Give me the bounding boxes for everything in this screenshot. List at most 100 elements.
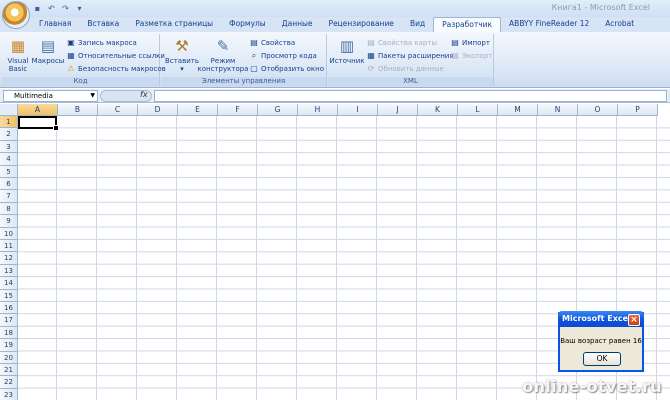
record-macro-button[interactable]: ▣ Запись макроса — [66, 37, 137, 48]
column-header-h[interactable]: H — [298, 104, 338, 116]
tab-review[interactable]: Рецензирование — [321, 17, 402, 32]
row-header-11[interactable]: 11 — [0, 240, 18, 253]
visual-basic-button[interactable]: ▦ Visual Basic — [5, 36, 31, 73]
view-code-button[interactable]: ⌕ Просмотр кода — [249, 50, 317, 61]
row-header-4[interactable]: 4 — [0, 153, 18, 166]
row-header-19[interactable]: 19 — [0, 339, 18, 352]
select-all-corner[interactable] — [0, 104, 18, 116]
formula-input[interactable] — [154, 90, 667, 102]
import-button[interactable]: ▤ Импорт — [450, 37, 490, 48]
warning-icon: ⚠ — [67, 63, 75, 73]
visual-basic-label: Visual Basic — [7, 57, 29, 73]
column-header-b[interactable]: B — [58, 104, 98, 116]
relative-refs-label: Относительные ссылки — [78, 51, 165, 60]
run-dialog-button[interactable]: ▢ Отобразить окно — [249, 63, 324, 74]
macros-button[interactable]: ▤ Макросы — [32, 36, 65, 65]
export-icon: ▤ — [451, 50, 459, 60]
row-header-16[interactable]: 16 — [0, 302, 18, 315]
row-header-18[interactable]: 18 — [0, 326, 18, 340]
name-box[interactable]: Multimedia ▼ — [3, 90, 98, 102]
office-button[interactable] — [2, 1, 30, 29]
row-header-13[interactable]: 13 — [0, 264, 18, 278]
ribbon-tabs: Главная Вставка Разметка страницы Формул… — [0, 17, 670, 32]
tab-developer[interactable]: Разработчик — [433, 17, 502, 32]
row-header-14[interactable]: 14 — [0, 277, 18, 290]
chevron-down-icon: ▾ — [180, 65, 184, 73]
row-header-17[interactable]: 17 — [0, 314, 18, 327]
column-header-n[interactable]: N — [538, 104, 578, 116]
tab-page-layout[interactable]: Разметка страницы — [127, 17, 221, 32]
view-code-label: Просмотр кода — [261, 51, 317, 60]
column-header-c[interactable]: C — [98, 104, 138, 116]
chevron-down-icon[interactable]: ▼ — [90, 91, 95, 101]
row-header-1[interactable]: 1 — [0, 116, 18, 129]
redo-icon[interactable]: ↷ — [60, 3, 71, 14]
toolbox-icon: ⚒ — [175, 37, 189, 55]
row-header-8[interactable]: 8 — [0, 202, 18, 216]
tab-view[interactable]: Вид — [402, 17, 433, 32]
tab-acrobat[interactable]: Acrobat — [597, 17, 642, 32]
refresh-icon: ⟳ — [367, 63, 375, 73]
tab-home[interactable]: Главная — [31, 17, 79, 32]
message-box: Microsoft Excel × Ваш возраст равен 16 O… — [558, 311, 644, 372]
map-properties-button[interactable]: ▤ Свойства карты — [366, 37, 437, 48]
tab-data[interactable]: Данные — [274, 17, 321, 32]
export-button[interactable]: ▤ Экспорт — [450, 50, 492, 61]
row-header-9[interactable]: 9 — [0, 215, 18, 228]
tab-abbyy[interactable]: ABBYY FineReader 12 — [501, 17, 597, 32]
row-header-20[interactable]: 20 — [0, 351, 18, 364]
ok-button[interactable]: OK — [583, 352, 621, 366]
design-mode-button[interactable]: ✎ Режим конструктора — [198, 36, 249, 73]
row-header-23[interactable]: 23 — [0, 388, 18, 400]
column-header-m[interactable]: M — [498, 104, 538, 116]
column-header-d[interactable]: D — [138, 104, 178, 116]
run-dialog-label: Отобразить окно — [261, 64, 324, 73]
row-header-7[interactable]: 7 — [0, 190, 18, 203]
group-xml-label: XML — [328, 77, 493, 86]
tab-insert[interactable]: Вставка — [79, 17, 127, 32]
expansion-packs-button[interactable]: ▦ Пакеты расширения — [366, 50, 453, 61]
row-header-2[interactable]: 2 — [0, 128, 18, 141]
row-header-15[interactable]: 15 — [0, 289, 18, 302]
row-header-22[interactable]: 22 — [0, 376, 18, 389]
column-header-p[interactable]: P — [618, 104, 658, 116]
row-header-10[interactable]: 10 — [0, 227, 18, 240]
column-header-j[interactable]: J — [378, 104, 418, 116]
active-cell-a1[interactable] — [18, 116, 59, 131]
undo-icon[interactable]: ↶ — [46, 3, 57, 14]
insert-control-button[interactable]: ⚒ Вставить ▾ — [165, 36, 199, 73]
column-header-f[interactable]: F — [218, 104, 258, 116]
group-xml: ▥ Источник ▤ Свойства карты ▦ Пакеты рас… — [328, 34, 494, 86]
properties-button[interactable]: ▤ Свойства — [249, 37, 295, 48]
watermark: online-otvet.ru — [522, 377, 662, 396]
column-header-o[interactable]: O — [578, 104, 618, 116]
group-code-label: Код — [2, 77, 159, 86]
row-header-6[interactable]: 6 — [0, 178, 18, 191]
relative-refs-button[interactable]: ▦ Относительные ссылки — [66, 50, 165, 61]
row-header-12[interactable]: 12 — [0, 252, 18, 265]
column-header-e[interactable]: E — [178, 104, 218, 116]
source-button[interactable]: ▥ Источник — [330, 36, 365, 65]
window-title: Книга1 - Microsoft Excel — [551, 3, 650, 12]
properties-label: Свойства — [261, 38, 296, 47]
column-header-g[interactable]: G — [258, 104, 298, 116]
column-header-k[interactable]: K — [418, 104, 458, 116]
save-icon[interactable]: ▪ — [32, 3, 43, 14]
macro-security-button[interactable]: ⚠ Безопасность макросов — [66, 63, 166, 74]
title-bar: ▪ ↶ ↷ ▾ Книга1 - Microsoft Excel — [0, 0, 670, 29]
close-icon[interactable]: × — [628, 314, 640, 326]
row-header-3[interactable]: 3 — [0, 140, 18, 154]
column-header-i[interactable]: I — [338, 104, 378, 116]
row-header-21[interactable]: 21 — [0, 364, 18, 377]
macro-security-label: Безопасность макросов — [78, 64, 166, 73]
tab-formulas[interactable]: Формулы — [221, 17, 274, 32]
refresh-data-button[interactable]: ⟳ Обновить данные — [366, 63, 444, 74]
column-header-l[interactable]: L — [458, 104, 498, 116]
function-icon[interactable]: fx — [140, 90, 148, 99]
import-icon: ▤ — [451, 37, 459, 47]
customize-qat-icon[interactable]: ▾ — [74, 3, 85, 14]
row-header-5[interactable]: 5 — [0, 165, 18, 178]
record-macro-icon: ▣ — [67, 37, 75, 47]
formula-bar: Multimedia ▼ fx — [0, 89, 670, 103]
column-header-a[interactable]: A — [18, 104, 58, 116]
